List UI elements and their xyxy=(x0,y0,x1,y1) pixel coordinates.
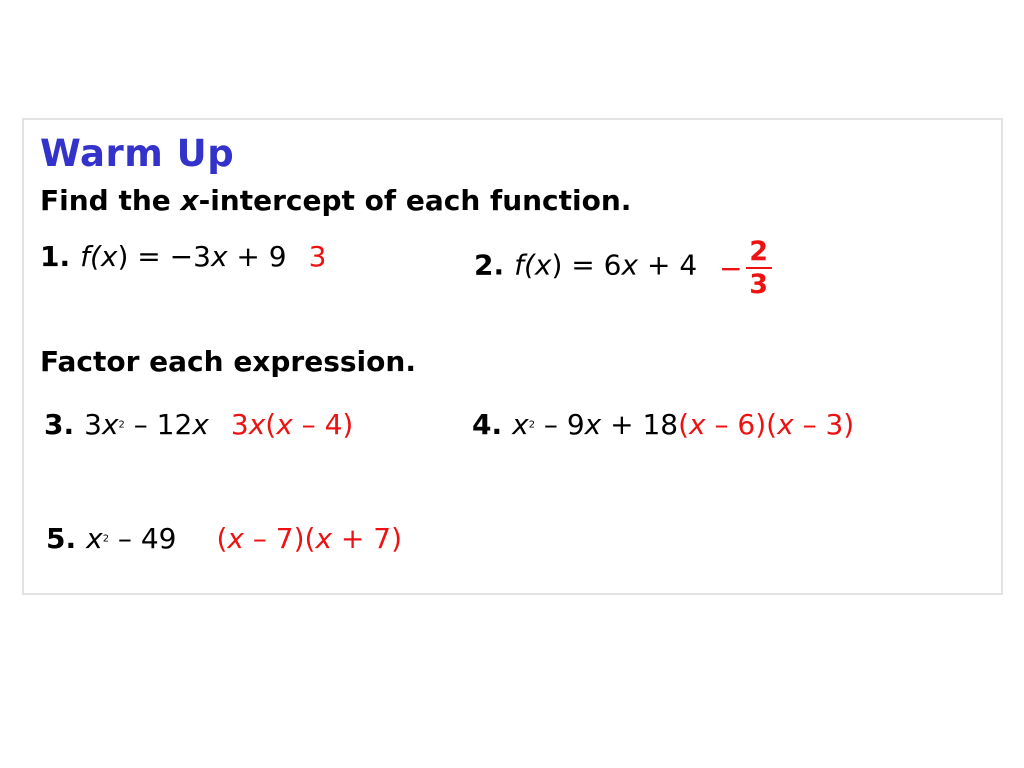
problem-3-expr-coefficient: 3 xyxy=(84,408,102,441)
problem-4-answer-variable-2: x xyxy=(777,408,794,441)
problem-4-expr-b: – 9 xyxy=(535,408,585,441)
problem-5: 5. x2 – 49 (x – 7)(x + 7) xyxy=(46,522,402,555)
problem-3-answer-variable: x xyxy=(248,408,266,441)
problem-1-expr-pre: f( xyxy=(80,240,101,273)
problem-3-expr-b: – 12 xyxy=(124,408,193,441)
problem-4-answer-a: ( xyxy=(678,408,690,441)
fraction-denominator: 3 xyxy=(749,269,768,300)
problem-1-expr-post: + 9 xyxy=(227,240,287,273)
problem-3-answer-variable-2: x xyxy=(276,408,293,441)
problem-5-number: 5. xyxy=(46,522,77,555)
problem-1: 1. f(x) = −3x + 93 xyxy=(40,240,326,273)
problem-5-expr-b: – 49 xyxy=(109,522,177,555)
problem-2-expr-variable: x xyxy=(534,248,552,282)
problem-5-answer-a: ( xyxy=(216,522,228,555)
problem-5-answer-b: – 7)( xyxy=(243,522,316,555)
problem-2-number: 2. xyxy=(474,248,505,282)
problem-3-expr-variable: x xyxy=(101,408,119,441)
fraction-minus-sign: − xyxy=(719,251,743,285)
problem-4-expr-c: + 18 xyxy=(601,408,679,441)
problem-4-expr-variable: x xyxy=(512,408,529,441)
problem-4-number: 4. xyxy=(472,408,503,441)
problem-3-answer-c: – 4) xyxy=(292,408,354,441)
problem-4: 4. x2 – 9x + 18(x – 6)(x – 3) xyxy=(472,408,854,441)
problem-2-expr-pre: f( xyxy=(514,248,535,282)
problem-1-expr-variable: x xyxy=(100,240,118,273)
problem-1-answer: 3 xyxy=(308,240,327,273)
instruction-factor: Factor each expression. xyxy=(40,345,416,378)
fraction: 23 xyxy=(745,236,772,300)
page-title: Warm Up xyxy=(40,132,235,175)
problem-3-answer-b: ( xyxy=(265,408,277,441)
problem-3-expr-variable-2: x xyxy=(192,408,209,441)
problem-1-number: 1. xyxy=(40,240,71,273)
problem-2: 2. f(x) = 6x + 4−2 3 xyxy=(474,236,772,300)
problem-5-expr-variable: x xyxy=(86,522,103,555)
problem-5-answer-variable: x xyxy=(227,522,244,555)
slide-canvas: Warm Up Find the x-intercept of each fun… xyxy=(0,0,1024,768)
problem-3-answer-a: 3 xyxy=(230,408,249,441)
problem-4-answer-b: – 6)( xyxy=(705,408,778,441)
instruction-text-pre: Find the xyxy=(40,184,181,217)
problem-3-number: 3. xyxy=(44,408,75,441)
problem-3: 3. 3x2 – 12x 3x(x – 4) xyxy=(44,408,353,441)
warm-up-panel: Warm Up Find the x-intercept of each fun… xyxy=(22,118,1003,595)
problem-5-answer-c: + 7) xyxy=(332,522,403,555)
problem-4-answer-variable: x xyxy=(689,408,706,441)
instruction-variable-x: x xyxy=(180,184,199,217)
problem-2-expr-mid: ) = 6 xyxy=(551,248,622,282)
problem-1-expr-variable-2: x xyxy=(210,240,228,273)
problem-4-answer-c: – 3) xyxy=(793,408,855,441)
problem-2-expr-post: + 4 xyxy=(638,248,698,282)
problem-1-expr-mid: ) = −3 xyxy=(117,240,211,273)
problem-4-expr-variable-2: x xyxy=(584,408,602,441)
instruction-text-post: -intercept of each function. xyxy=(198,184,632,217)
fraction-numerator: 2 xyxy=(749,236,768,267)
problem-5-answer-variable-2: x xyxy=(315,522,333,555)
problem-2-expr-variable-2: x xyxy=(621,248,639,282)
problem-2-answer-fraction: −2 3 xyxy=(719,236,772,300)
instruction-find-intercept: Find the x-intercept of each function. xyxy=(40,184,631,217)
